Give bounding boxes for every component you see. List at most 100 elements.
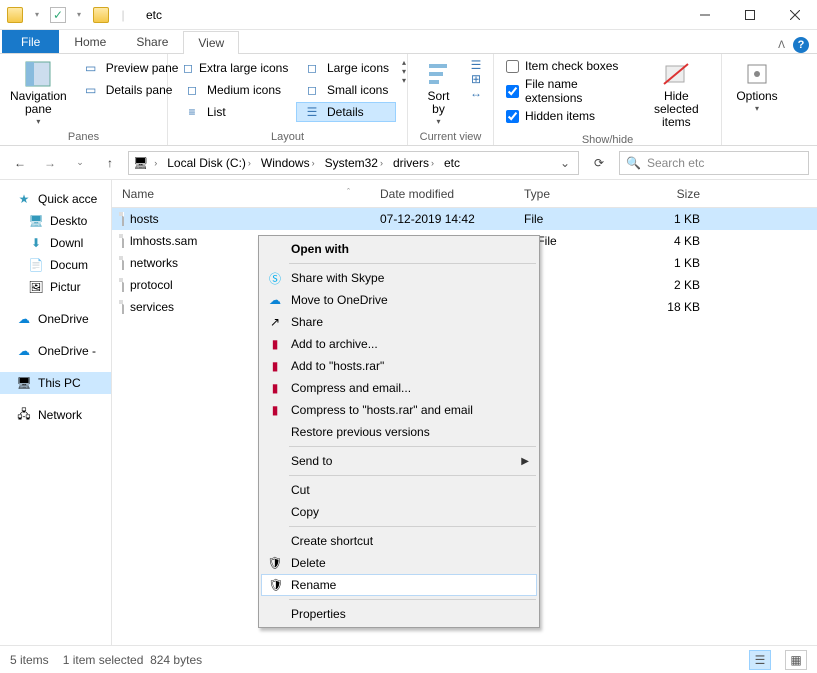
close-button[interactable] [772,0,817,30]
address-dropdown-icon[interactable]: ⌄ [556,156,574,170]
desktop-icon: 🖥 [28,213,44,229]
size-columns-icon[interactable]: ↔ [467,86,485,100]
document-icon: 📄 [28,257,44,273]
search-input[interactable]: 🔍 Search etc [619,151,809,175]
layout-details[interactable]: ☰Details [296,102,396,122]
column-name[interactable]: Name ˆ [112,187,370,201]
view-details-button[interactable]: ☰ [749,650,771,670]
ctx-send-to[interactable]: Send to▶ [261,450,537,472]
nav-desktop[interactable]: 🖥Deskto [0,210,111,232]
checkbox-file-name-extensions[interactable]: File name extensions [502,76,634,106]
file-icon [122,234,124,248]
column-headers: Name ˆ Date modified Type Size [112,180,817,208]
ctx-copy[interactable]: Copy [261,501,537,523]
file-icon [122,212,124,226]
layout-large[interactable]: ◻Large icons [296,58,396,78]
ctx-open-with[interactable]: Open with [261,238,537,260]
sort-by-button[interactable]: Sort by ▾ [416,58,461,129]
hide-selected-button[interactable]: Hide selected items [640,58,713,132]
ctx-rename[interactable]: 🛡Rename [261,574,537,596]
column-date[interactable]: Date modified [370,187,514,201]
nav-downloads[interactable]: ⬇Downl [0,232,111,254]
nav-pictures[interactable]: 🖼Pictur [0,276,111,298]
layout-list[interactable]: ≡List [176,102,290,122]
tab-share[interactable]: Share [121,30,183,53]
column-type[interactable]: Type [514,187,630,201]
ctx-properties[interactable]: Properties [261,603,537,625]
address-bar[interactable]: 🖥 › Local Disk (C:) › Windows › System32… [128,151,579,175]
maximize-button[interactable] [727,0,772,30]
share-icon: ↗ [267,314,283,330]
ctx-compress-email[interactable]: ▮Compress and email... [261,377,537,399]
pictures-icon: 🖼 [28,279,44,295]
layout-medium[interactable]: ◻Medium icons [176,80,290,100]
download-icon: ⬇ [28,235,44,251]
group-label-show-hide: Show/hide [502,132,713,146]
crumb[interactable]: drivers › [389,156,438,170]
ctx-add-archive[interactable]: ▮Add to archive... [261,333,537,355]
sep-icon: | [114,6,132,24]
menu-tabs: File Home Share View ᐱ ? [0,30,817,54]
view-large-icons-button[interactable]: ▦ [785,650,807,670]
cloud-icon: ☁ [16,311,32,327]
ctx-restore[interactable]: Restore previous versions [261,421,537,443]
folder-icon [92,6,110,24]
minimize-button[interactable] [682,0,727,30]
qat-dropdown-icon[interactable]: ▾ [28,6,46,24]
recent-locations-button[interactable]: ⌄ [68,151,92,175]
ctx-create-shortcut[interactable]: Create shortcut [261,530,537,552]
file-row[interactable]: hosts07-12-2019 14:42File1 KB [112,208,817,230]
ctx-delete[interactable]: 🛡Delete [261,552,537,574]
nav-quick-access[interactable]: ★Quick acce [0,188,111,210]
ctx-share-skype[interactable]: ⓈShare with Skype [261,267,537,289]
rar-icon: ▮ [267,358,283,374]
status-selected: 1 item selected 824 bytes [63,653,202,667]
nav-this-pc[interactable]: 🖥This PC [0,372,111,394]
crumb[interactable]: Windows › [257,156,319,170]
tab-home[interactable]: Home [59,30,121,53]
crumb[interactable]: Local Disk (C:) › [163,156,255,170]
nav-onedrive-business[interactable]: ☁OneDrive - [0,340,111,362]
layout-expand-icon[interactable]: ▾ [402,76,406,85]
tab-view[interactable]: View [183,31,239,54]
navigation-pane-button[interactable]: Navigation pane ▾ [8,58,69,129]
qat-dropdown2-icon[interactable]: ▾ [70,6,88,24]
nav-network[interactable]: 🖧Network [0,404,111,426]
network-icon: 🖧 [16,407,32,423]
address-bar-row: ← → ⌄ ↑ 🖥 › Local Disk (C:) › Windows › … [0,146,817,180]
folder-icon [6,6,24,24]
forward-button[interactable]: → [38,151,62,175]
layout-extra-large[interactable]: ◻Extra large icons [176,58,290,78]
layout-scroll-down-icon[interactable]: ▾ [402,67,406,76]
back-button[interactable]: ← [8,151,32,175]
nav-documents[interactable]: 📄Docum [0,254,111,276]
help-icon[interactable]: ? [793,37,809,53]
crumb[interactable]: System32 › [321,156,387,170]
tab-file[interactable]: File [2,30,59,53]
crumb[interactable]: etc [440,156,464,170]
ctx-move-onedrive[interactable]: ☁Move to OneDrive [261,289,537,311]
checkbox-hidden-items[interactable]: Hidden items [502,108,634,124]
options-button[interactable]: Options ▾ [730,58,784,116]
layout-small[interactable]: ◻Small icons [296,80,396,100]
ctx-compress-hosts-email[interactable]: ▮Compress to "hosts.rar" and email [261,399,537,421]
status-bar: 5 items 1 item selected 824 bytes ☰ ▦ [0,645,817,673]
up-button[interactable]: ↑ [98,151,122,175]
ctx-add-hosts-rar[interactable]: ▮Add to "hosts.rar" [261,355,537,377]
search-icon: 🔍 [626,156,641,170]
ribbon-collapse-icon[interactable]: ᐱ [778,40,785,51]
layout-scroll-up-icon[interactable]: ▴ [402,58,406,67]
rar-icon: ▮ [267,336,283,352]
checkbox-item-check-boxes[interactable]: Item check boxes [502,58,634,74]
ctx-share[interactable]: ↗Share [261,311,537,333]
group-by-icon[interactable]: ☰ [467,58,485,72]
column-size[interactable]: Size [630,187,710,201]
refresh-button[interactable]: ⟳ [585,151,613,175]
star-icon: ★ [16,191,32,207]
titlebar: ▾ ✓ ▾ | etc [0,0,817,30]
qat-check-icon[interactable]: ✓ [50,7,66,23]
add-columns-icon[interactable]: ⊞ [467,72,485,86]
ctx-cut[interactable]: Cut [261,479,537,501]
group-label-layout: Layout [176,129,399,143]
nav-onedrive[interactable]: ☁OneDrive [0,308,111,330]
